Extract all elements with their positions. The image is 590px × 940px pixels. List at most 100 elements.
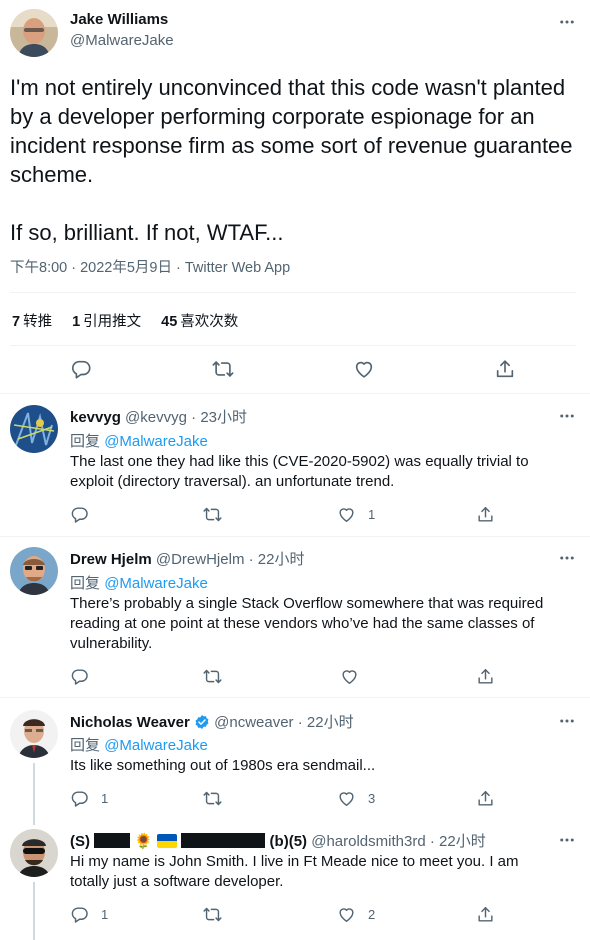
more-options-button[interactable] xyxy=(557,406,577,426)
reply-button[interactable] xyxy=(70,503,101,525)
reply-time[interactable]: 22小时 xyxy=(307,714,354,731)
separator-dot: · xyxy=(191,409,197,426)
reply-author-name-prefix[interactable]: (S) xyxy=(70,833,90,850)
retweet-button[interactable] xyxy=(211,357,235,381)
tweet-timestamp-source[interactable]: 下午8:00 · 2022年5月9日 · Twitter Web App xyxy=(10,256,290,277)
reply-button[interactable]: 1 xyxy=(70,787,108,809)
like-button[interactable] xyxy=(340,665,371,687)
reply-header: (S) 🌻 (b)(5) @haroldsmith3rd · 22小时 xyxy=(70,830,486,851)
ukraine-flag-icon xyxy=(157,834,178,848)
reply-time[interactable]: 22小时 xyxy=(439,833,486,850)
reply-text: The last one they had like this (CVE-202… xyxy=(70,453,529,490)
reply-time[interactable]: 22小时 xyxy=(258,551,305,568)
divider xyxy=(0,697,590,698)
more-options-button[interactable] xyxy=(557,711,577,731)
more-options-button[interactable] xyxy=(557,12,577,32)
share-button[interactable] xyxy=(476,503,495,525)
retweet-icon xyxy=(203,905,222,924)
share-icon xyxy=(476,905,495,924)
likes-count: 45 xyxy=(161,314,178,330)
share-icon xyxy=(476,789,495,808)
share-icon xyxy=(494,358,516,380)
author-avatar[interactable] xyxy=(10,9,58,57)
retweets-stat[interactable]: 7 转推 xyxy=(12,310,52,331)
verified-icon xyxy=(194,714,210,731)
reply-header: kevvyg @kevvyg · 23小时 xyxy=(70,406,247,427)
share-icon xyxy=(476,505,495,524)
replying-to: 回复 @MalwareJake xyxy=(70,734,208,755)
retweet-icon xyxy=(203,667,222,686)
reply-time[interactable]: 23小时 xyxy=(200,409,247,426)
share-icon xyxy=(476,667,495,686)
reply-avatar[interactable] xyxy=(10,710,58,758)
share-button[interactable] xyxy=(476,787,495,809)
divider xyxy=(0,536,590,537)
retweet-button[interactable] xyxy=(203,903,234,925)
reply-author-handle[interactable]: @DrewHjelm xyxy=(156,551,245,568)
like-button[interactable] xyxy=(352,357,376,381)
retweets-label: 转推 xyxy=(23,314,53,330)
reply-author-name[interactable]: Drew Hjelm xyxy=(70,551,152,568)
reply-author-handle[interactable]: @haroldsmith3rd xyxy=(311,833,425,850)
retweets-count: 7 xyxy=(12,314,21,330)
reply-button[interactable] xyxy=(70,665,101,687)
reply-header: Drew Hjelm @DrewHjelm · 22小时 xyxy=(70,548,304,569)
reply-icon xyxy=(70,667,89,686)
reply-icon xyxy=(70,905,89,924)
retweet-button[interactable] xyxy=(203,787,234,809)
reply-avatar[interactable] xyxy=(10,547,58,595)
mention-link[interactable]: @MalwareJake xyxy=(104,575,208,592)
like-icon xyxy=(337,905,356,924)
like-button[interactable]: 1 xyxy=(337,503,375,525)
author-handle[interactable]: @MalwareJake xyxy=(70,32,174,49)
retweet-button[interactable] xyxy=(203,665,234,687)
reply-author-name[interactable]: kevvyg xyxy=(70,409,121,426)
replying-to: 回复 @MalwareJake xyxy=(70,572,208,593)
reply-author-handle[interactable]: @kevvyg xyxy=(125,409,187,426)
mention-link[interactable]: @MalwareJake xyxy=(104,737,208,754)
reply-avatar[interactable] xyxy=(10,829,58,877)
retweet-icon xyxy=(203,789,222,808)
quotes-count: 1 xyxy=(72,314,81,330)
replying-to: 回复 @MalwareJake xyxy=(70,430,208,451)
quotes-label: 引用推文 xyxy=(83,314,142,330)
like-count: 3 xyxy=(368,790,376,806)
like-button[interactable]: 3 xyxy=(337,787,375,809)
replying-to-label: 回复 xyxy=(70,575,101,592)
share-button[interactable] xyxy=(476,665,495,687)
reply-author-name[interactable]: Nicholas Weaver xyxy=(70,714,190,731)
mention-link[interactable]: @MalwareJake xyxy=(104,433,208,450)
retweet-icon xyxy=(212,358,234,380)
reply-avatar[interactable] xyxy=(10,405,58,453)
likes-label: 喜欢次数 xyxy=(180,314,239,330)
replying-to-label: 回复 xyxy=(70,737,101,754)
share-button[interactable] xyxy=(476,903,495,925)
likes-stat[interactable]: 45 喜欢次数 xyxy=(161,310,238,331)
more-icon xyxy=(560,20,574,24)
divider xyxy=(0,393,590,394)
like-icon xyxy=(353,358,375,380)
more-options-button[interactable] xyxy=(557,830,577,850)
like-count: 2 xyxy=(368,906,376,922)
reply-icon xyxy=(70,789,89,808)
reply-author-handle[interactable]: @ncweaver xyxy=(214,714,293,731)
reply-text: Its like something out of 1980s era send… xyxy=(70,757,376,774)
retweet-button[interactable] xyxy=(203,503,234,525)
quotes-stat[interactable]: 1 引用推文 xyxy=(72,310,141,331)
reply-author-name-suffix[interactable]: (b)(5) xyxy=(270,833,308,850)
more-icon xyxy=(560,414,574,418)
like-icon xyxy=(337,789,356,808)
reply-icon xyxy=(70,505,89,524)
replying-to-label: 回复 xyxy=(70,433,101,450)
like-button[interactable]: 2 xyxy=(337,903,375,925)
reply-button[interactable]: 1 xyxy=(70,903,108,925)
reply-header: Nicholas Weaver @ncweaver · 22小时 xyxy=(70,711,354,732)
divider xyxy=(10,292,576,293)
share-button[interactable] xyxy=(493,357,517,381)
more-options-button[interactable] xyxy=(557,548,577,568)
reply-button[interactable] xyxy=(69,357,93,381)
reply-text: Hi my name is John Smith. I live in Ft M… xyxy=(70,853,519,890)
author-name[interactable]: Jake Williams xyxy=(70,11,168,28)
like-icon xyxy=(337,505,356,524)
more-icon xyxy=(560,838,574,842)
